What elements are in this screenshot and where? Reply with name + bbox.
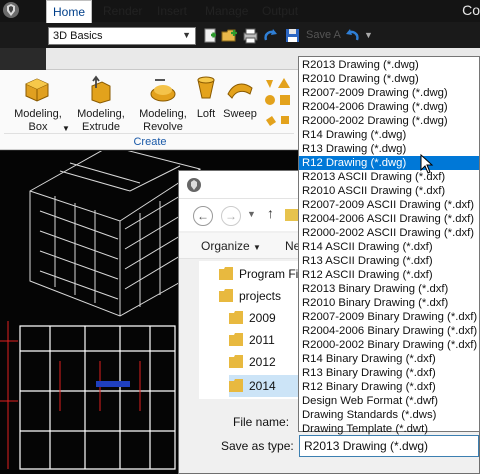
tree-item-2014[interactable]: 2014 <box>229 375 301 397</box>
modeling-box-label-2: Box <box>28 121 48 133</box>
back-arrow-icon[interactable]: ← <box>193 206 213 226</box>
up-arrow-icon[interactable]: ↑ <box>267 205 274 221</box>
dropdown-option[interactable]: R12 Binary Drawing (*.dxf) <box>299 380 479 394</box>
ribbon-group-create: Create <box>133 136 167 148</box>
ribbon-group-divider <box>4 133 294 134</box>
tab-insert[interactable]: Insert <box>157 4 187 18</box>
app-logo-icon[interactable] <box>2 0 22 20</box>
modeling-box-label-1: Modeling, <box>14 108 62 120</box>
revolve-icon[interactable] <box>148 74 178 104</box>
modeling-extrude-label-1: Modeling, <box>77 108 125 120</box>
modeling-revolve-label-1: Modeling, <box>139 108 187 120</box>
dropdown-option[interactable]: R13 ASCII Drawing (*.dxf) <box>299 254 479 268</box>
tree-item-label: 2011 <box>249 333 275 347</box>
dropdown-option[interactable]: R14 Binary Drawing (*.dxf) <box>299 352 479 366</box>
folder-icon <box>219 267 233 280</box>
dropdown-option[interactable]: R2013 Binary Drawing (*.dxf) <box>299 282 479 296</box>
dropdown-option[interactable]: R2010 Binary Drawing (*.dxf) <box>299 296 479 310</box>
folder-icon <box>229 355 243 368</box>
dropdown-option[interactable]: R2007-2009 Binary Drawing (*.dxf) <box>299 310 479 324</box>
modeling-extrude-button[interactable]: Modeling, Extrude <box>74 108 128 134</box>
undo-dropdown-icon[interactable]: ▼ <box>364 30 373 40</box>
dropdown-option[interactable]: Drawing Template (*.dwt) <box>299 422 479 435</box>
app-menu-button[interactable] <box>0 48 46 70</box>
dropdown-option[interactable]: R2010 ASCII Drawing (*.dxf) <box>299 184 479 198</box>
organize-button[interactable]: Organize ▼ <box>201 239 261 253</box>
dropdown-option[interactable]: R2000-2002 Drawing (*.dwg) <box>299 114 479 128</box>
primitive-shapes-icon[interactable] <box>262 76 296 132</box>
dropdown-option[interactable]: R2007-2009 ASCII Drawing (*.dxf) <box>299 198 479 212</box>
dropdown-option[interactable]: R2004-2006 Drawing (*.dwg) <box>299 100 479 114</box>
modeling-revolve-label-2: Revolve <box>143 121 183 133</box>
dropdown-option[interactable]: R13 Binary Drawing (*.dxf) <box>299 366 479 380</box>
folder-icon <box>285 209 299 221</box>
folder-icon <box>229 333 243 346</box>
undo-arrow-icon[interactable] <box>344 27 361 44</box>
tab-render[interactable]: Render <box>103 4 142 18</box>
chevron-down-icon[interactable]: ▼ <box>247 209 256 219</box>
dropdown-option[interactable]: R14 ASCII Drawing (*.dxf) <box>299 240 479 254</box>
tree-item-label: 2012 <box>249 355 276 369</box>
save-as-type-label: Save as type: <box>221 439 294 453</box>
dropdown-option[interactable]: R2004-2006 Binary Drawing (*.dxf) <box>299 324 479 338</box>
window-title: Co <box>462 2 480 18</box>
forward-arrow-icon[interactable]: → <box>221 206 241 226</box>
dropdown-option[interactable]: R12 ASCII Drawing (*.dxf) <box>299 268 479 282</box>
tab-output[interactable]: Output <box>262 4 298 18</box>
dropdown-option[interactable]: R2000-2002 ASCII Drawing (*.dxf) <box>299 226 479 240</box>
tree-item-label: 2009 <box>249 311 276 325</box>
open-folder-icon[interactable] <box>221 27 238 44</box>
dropdown-option[interactable]: R2007-2009 Drawing (*.dwg) <box>299 86 479 100</box>
folder-icon <box>229 379 243 392</box>
save-as-type-select[interactable]: R2013 Drawing (*.dwg) <box>299 435 479 457</box>
file-name-label: File name: <box>233 415 290 429</box>
dropdown-option[interactable]: R2013 ASCII Drawing (*.dxf) <box>299 170 479 184</box>
modeling-extrude-label-2: Extrude <box>82 121 120 133</box>
dropdown-option[interactable]: R2000-2002 Binary Drawing (*.dxf) <box>299 338 479 352</box>
print-icon[interactable] <box>242 27 259 44</box>
chevron-down-icon: ▼ <box>253 243 261 252</box>
modeling-revolve-button[interactable]: Modeling, Revolve <box>134 108 192 134</box>
dropdown-option[interactable]: Drawing Standards (*.dws) <box>299 408 479 422</box>
organize-label: Organize <box>201 239 250 253</box>
save-icon[interactable] <box>284 27 301 44</box>
mouse-cursor-icon <box>420 154 434 174</box>
loft-icon[interactable] <box>194 74 218 104</box>
sweep-button[interactable]: Sweep <box>222 108 258 121</box>
dropdown-option[interactable]: Design Web Format (*.dwf) <box>299 394 479 408</box>
workspace-value: 3D Basics <box>53 30 103 42</box>
box-icon[interactable] <box>22 75 52 103</box>
folder-icon <box>219 289 233 302</box>
dropdown-option[interactable]: R13 Drawing (*.dwg) <box>299 142 479 156</box>
loft-button[interactable]: Loft <box>192 108 220 121</box>
dropdown-option[interactable]: R2004-2006 ASCII Drawing (*.dxf) <box>299 212 479 226</box>
tree-item-label: projects <box>239 289 282 303</box>
new-file-icon[interactable] <box>202 27 219 44</box>
folder-icon <box>229 311 243 324</box>
chevron-down-icon: ▼ <box>182 30 191 40</box>
tab-manage[interactable]: Manage <box>205 4 248 18</box>
redo-arrow-icon[interactable] <box>262 27 279 44</box>
dropdown-option-highlighted[interactable]: R12 Drawing (*.dwg) <box>299 156 479 170</box>
modeling-box-button[interactable]: Modeling, Box ▼ <box>12 108 70 134</box>
dropdown-option[interactable]: R2013 Drawing (*.dwg) <box>299 58 479 72</box>
extrude-icon[interactable] <box>86 74 116 104</box>
workspace-dropdown[interactable]: 3D Basics ▼ <box>48 27 196 45</box>
save-as-type-dropdown-list: R2013 Drawing (*.dwg) R2010 Drawing (*.d… <box>298 56 480 435</box>
dropdown-option[interactable]: R2010 Drawing (*.dwg) <box>299 72 479 86</box>
app-logo-icon <box>187 178 201 192</box>
dropdown-option[interactable]: R14 Drawing (*.dwg) <box>299 128 479 142</box>
tab-home[interactable]: Home <box>46 0 92 23</box>
save-as-faded-label: Save A <box>306 29 341 41</box>
tree-item-label: 2014 <box>249 379 276 393</box>
sweep-icon[interactable] <box>226 78 254 100</box>
